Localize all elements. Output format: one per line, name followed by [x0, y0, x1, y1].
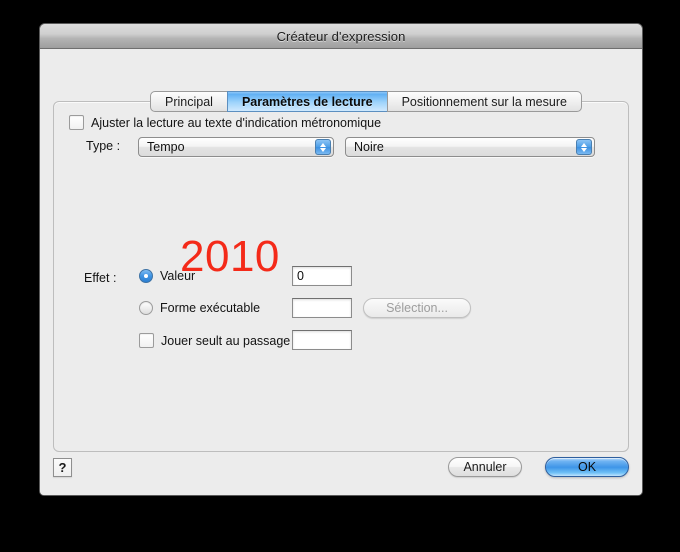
triangle-down-icon	[581, 147, 587, 152]
note-value-popup-stepper[interactable]	[576, 139, 592, 155]
effect-value-input[interactable]: 0	[292, 266, 352, 286]
window-titlebar[interactable]: Créateur d'expression	[40, 24, 642, 49]
cancel-button[interactable]: Annuler	[448, 457, 522, 477]
triangle-down-icon	[320, 147, 326, 152]
note-value-popup-button[interactable]: Noire	[345, 137, 595, 157]
effect-label-row: Effet :	[84, 271, 116, 285]
play-only-on-pass-checkbox[interactable]	[139, 333, 154, 348]
play-only-on-pass-input[interactable]	[292, 330, 352, 350]
effect-option-valeur-label: Valeur	[160, 269, 196, 283]
dialog-body: Principal Paramètres de lecture Position…	[40, 49, 642, 495]
effect-option-forme-label: Forme exécutable	[160, 301, 261, 315]
play-only-on-pass-row[interactable]: Jouer seult au passage :	[139, 333, 297, 348]
triangle-up-icon	[320, 142, 326, 147]
tab-content-panel: Ajuster la lecture au texte d'indication…	[53, 101, 629, 452]
adjust-playback-checkbox[interactable]	[69, 115, 84, 130]
effect-option-valeur-row[interactable]: Valeur	[139, 269, 195, 283]
type-popup-value: Tempo	[147, 140, 185, 154]
selection-button[interactable]: Sélection...	[363, 298, 471, 318]
type-popup-stepper[interactable]	[315, 139, 331, 155]
effect-option-forme-radio[interactable]	[139, 301, 153, 315]
tab-bar: Principal Paramètres de lecture Position…	[150, 91, 582, 112]
play-only-on-pass-label: Jouer seult au passage :	[161, 333, 298, 348]
triangle-up-icon	[581, 142, 587, 147]
window-title: Créateur d'expression	[276, 28, 406, 44]
type-popup-button[interactable]: Tempo	[138, 137, 334, 157]
tab-positionnement-sur-la-mesure[interactable]: Positionnement sur la mesure	[386, 91, 582, 112]
effect-option-valeur-radio[interactable]	[139, 269, 153, 283]
type-row: Type :	[86, 139, 120, 153]
adjust-playback-checkbox-row[interactable]: Ajuster la lecture au texte d'indication…	[69, 115, 381, 130]
note-value-popup-value: Noire	[354, 140, 384, 154]
help-button[interactable]: ?	[53, 458, 72, 477]
effect-value-input-text: 0	[297, 269, 304, 283]
adjust-playback-label: Ajuster la lecture au texte d'indication…	[91, 115, 382, 130]
type-label: Type :	[86, 139, 121, 153]
effect-forme-input[interactable]	[292, 298, 352, 318]
effect-option-forme-row[interactable]: Forme exécutable	[139, 301, 260, 315]
effect-label: Effet :	[84, 271, 117, 285]
ok-button[interactable]: OK	[545, 457, 629, 477]
tab-principal[interactable]: Principal	[150, 91, 228, 112]
expression-creator-dialog: Créateur d'expression Principal Paramètr…	[39, 23, 643, 496]
tab-parametres-de-lecture[interactable]: Paramètres de lecture	[226, 91, 388, 112]
